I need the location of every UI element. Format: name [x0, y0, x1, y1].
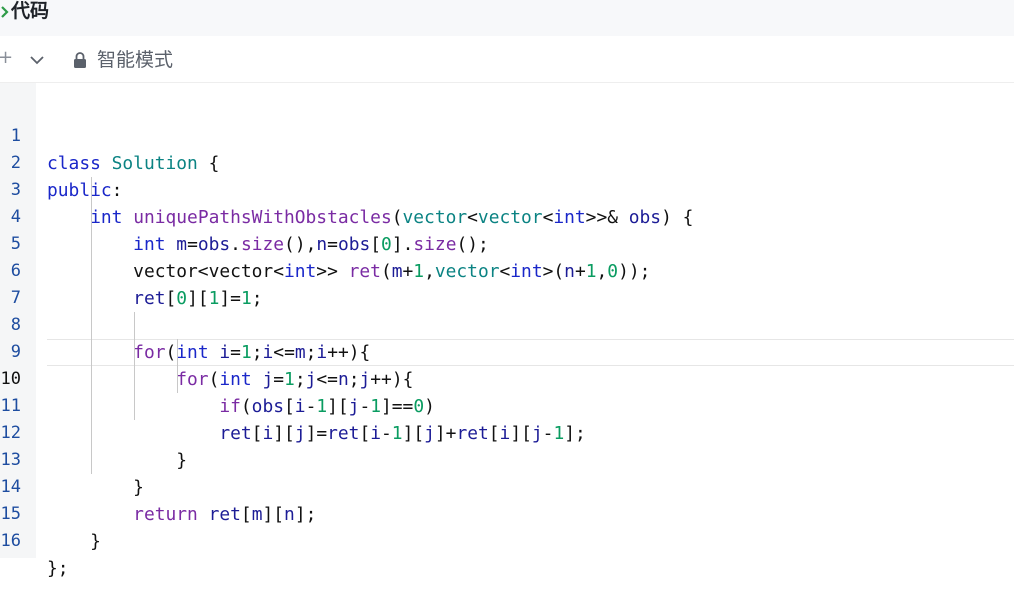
chevron-down-icon[interactable] — [30, 55, 44, 65]
code-editor[interactable]: 1 class Solution { 2 public: 3 int uniqu… — [0, 96, 1014, 579]
chevron-right-icon[interactable] — [0, 3, 10, 21]
code-line: 5 vector<vector<int>> ret(m+1,vector<int… — [0, 204, 1014, 282]
indent-guide — [177, 339, 178, 393]
line-code: } — [47, 531, 101, 552]
page-title: 代码 — [11, 0, 50, 22]
code-line: 7 — [0, 258, 1014, 308]
code-line: 3 int uniquePathsWithObstacles(vector<ve… — [0, 150, 1014, 228]
code-line: 8 for(int i=1;i<=m;i++){ — [0, 285, 1014, 363]
indent-guide — [91, 177, 92, 474]
code-line: 6 ret[0][1]=1; — [0, 231, 1014, 309]
code-line: 14 return ret[m][n]; — [0, 447, 1014, 525]
code-line: 12 } — [0, 393, 1014, 471]
line-code: }; — [47, 558, 69, 579]
code-line: 4 int m=obs.size(),n=obs[0].size(); — [0, 177, 1014, 255]
code-line: 2 public: — [0, 123, 1014, 201]
code-line: 13 } — [0, 420, 1014, 498]
code-line-active: 10 if(obs[i-1][j-1]==0) — [0, 339, 1014, 417]
mode-selector[interactable]: 智能模式 — [97, 48, 173, 72]
code-line: 16 }; — [0, 501, 1014, 579]
code-line: 9 for(int j=1;j<=n;j++){ — [0, 312, 1014, 390]
code-line: 11 ret[i][j]=ret[i-1][j]+ret[i][j-1]; — [0, 366, 1014, 444]
header-bar: 代码 — [0, 0, 1014, 36]
indent-guide — [134, 312, 135, 420]
line-number: 16 — [0, 531, 21, 551]
toolbar: + 智能模式 — [0, 36, 1014, 83]
code-line: 1 class Solution { — [0, 96, 1014, 174]
add-button[interactable]: + — [0, 47, 13, 69]
lock-icon — [74, 52, 86, 68]
code-line: 15 } — [0, 474, 1014, 552]
